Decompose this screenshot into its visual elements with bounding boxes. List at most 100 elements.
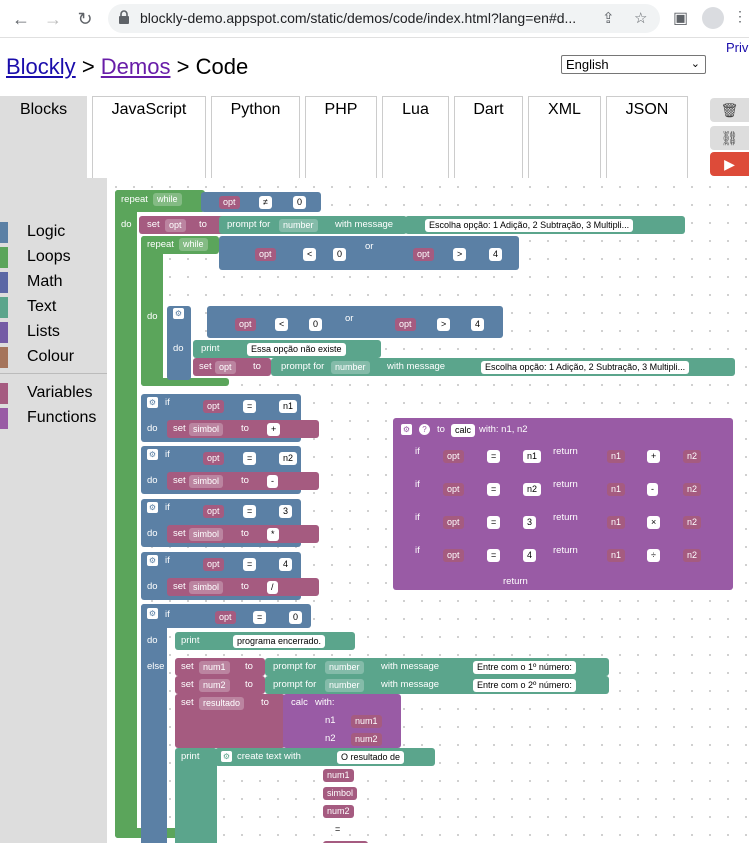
variable-field[interactable]: opt — [203, 505, 224, 518]
dropdown-field[interactable]: number — [331, 361, 370, 374]
number-field[interactable]: 4 — [471, 318, 485, 331]
gear-icon[interactable]: ⚙ — [147, 449, 158, 460]
operator-field[interactable]: - — [647, 483, 658, 496]
text-field[interactable]: Escolha opção: 1 Adição, 2 Subtração, 3 … — [425, 219, 634, 232]
reload-icon[interactable]: ↻ — [74, 8, 96, 30]
language-select[interactable]: English ⌄ — [561, 55, 706, 74]
variable-field[interactable]: opt — [235, 318, 256, 331]
gear-icon[interactable]: ⚙ — [401, 424, 412, 435]
variable-field[interactable]: n2 — [683, 549, 702, 562]
blockly-workspace[interactable]: repeat while do opt ≠ 0 set opt to promp… — [107, 178, 749, 843]
dropdown-field[interactable]: while — [153, 193, 182, 206]
variable-field[interactable]: opt — [443, 516, 464, 529]
variable-field[interactable]: n2 — [683, 483, 702, 496]
tab-javascript[interactable]: JavaScript — [92, 96, 206, 178]
number-field[interactable]: 4 — [523, 549, 537, 562]
operator-field[interactable]: < — [275, 318, 289, 331]
text-field[interactable]: Entre com o 2º número: — [473, 679, 576, 692]
variable-field[interactable]: opt — [443, 450, 464, 463]
text-field[interactable]: programa encerrado. — [233, 635, 326, 648]
text-field[interactable]: / — [267, 581, 278, 594]
operator-field[interactable]: ≠ — [259, 196, 272, 209]
tab-php[interactable]: PHP — [305, 96, 377, 178]
dropdown-field[interactable]: while — [179, 238, 208, 251]
variable-field[interactable]: simbol — [189, 423, 224, 436]
number-field[interactable]: n1 — [523, 450, 542, 463]
variable-field[interactable]: n2 — [683, 450, 702, 463]
text-field[interactable]: Entre com o 1º número: — [473, 661, 576, 674]
variable-field[interactable]: n2 — [683, 516, 702, 529]
number-field[interactable]: 4 — [489, 248, 503, 261]
variable-field[interactable]: simbol — [189, 528, 224, 541]
variable-field[interactable]: n1 — [607, 516, 626, 529]
operator-field[interactable]: ÷ — [647, 549, 660, 562]
number-field[interactable]: n2 — [279, 452, 298, 465]
category-variables[interactable]: Variables — [0, 381, 107, 406]
variable-field[interactable]: num2 — [199, 679, 230, 692]
variable-field[interactable]: n1 — [607, 483, 626, 496]
category-lists[interactable]: Lists — [0, 320, 107, 345]
operator-field[interactable]: = — [243, 452, 257, 465]
operator-field[interactable]: = — [487, 450, 501, 463]
variable-field[interactable]: opt — [215, 361, 236, 374]
gear-icon[interactable]: ⚙ — [147, 608, 158, 619]
text-field[interactable]: Essa opção não existe — [247, 343, 346, 356]
number-field[interactable]: 4 — [279, 558, 293, 571]
variable-field[interactable]: opt — [219, 196, 240, 209]
category-loops[interactable]: Loops — [0, 245, 107, 270]
operator-field[interactable]: × — [647, 516, 661, 529]
operator-field[interactable]: = — [487, 549, 501, 562]
number-field[interactable]: 3 — [523, 516, 537, 529]
text-field[interactable]: + — [267, 423, 281, 436]
back-arrow-icon[interactable]: ← — [10, 8, 32, 30]
variable-field[interactable]: opt — [203, 452, 224, 465]
variable-field[interactable]: num2 — [323, 805, 354, 818]
operator-field[interactable]: = — [487, 483, 501, 496]
variable-field[interactable]: num1 — [323, 769, 354, 782]
operator-field[interactable]: = — [243, 505, 257, 518]
link-icon[interactable]: ⛓ — [710, 126, 749, 150]
gear-icon[interactable]: ⚙ — [173, 308, 184, 319]
operator-field[interactable]: < — [303, 248, 317, 261]
category-functions[interactable]: Functions — [0, 406, 107, 431]
operator-field[interactable]: > — [453, 248, 467, 261]
tab-blocks[interactable]: Blocks — [0, 96, 87, 178]
tab-lua[interactable]: Lua — [382, 96, 449, 178]
category-text[interactable]: Text — [0, 295, 107, 320]
tab-dart[interactable]: Dart — [454, 96, 523, 178]
privacy-link[interactable]: Priv — [726, 40, 748, 55]
variable-field[interactable]: n1 — [607, 549, 626, 562]
variable-field[interactable]: opt — [203, 400, 224, 413]
side-panel-icon[interactable]: ▣ — [673, 8, 688, 28]
variable-field[interactable]: opt — [413, 248, 434, 261]
number-field[interactable]: 0 — [309, 318, 323, 331]
operator-field[interactable]: = — [243, 558, 257, 571]
text-field[interactable]: Escolha opção: 1 Adição, 2 Subtração, 3 … — [481, 361, 690, 374]
variable-field[interactable]: opt — [215, 611, 236, 624]
variable-field[interactable]: num2 — [351, 733, 382, 746]
variable-field[interactable]: opt — [395, 318, 416, 331]
variable-field[interactable]: opt — [443, 483, 464, 496]
address-bar[interactable]: blockly-demo.appspot.com/static/demos/co… — [108, 4, 660, 33]
procedure-definition-block[interactable] — [393, 418, 733, 590]
run-button[interactable]: ▶ — [710, 152, 749, 176]
variable-field[interactable]: simbol — [189, 581, 224, 594]
variable-field[interactable]: resultado — [199, 697, 245, 710]
breadcrumb-blockly[interactable]: Blockly — [6, 54, 76, 79]
dropdown-field[interactable]: number — [325, 679, 364, 692]
breadcrumb-demos[interactable]: Demos — [101, 54, 171, 79]
print-block[interactable] — [175, 748, 217, 843]
tab-python[interactable]: Python — [211, 96, 300, 178]
operator-field[interactable]: + — [647, 450, 661, 463]
share-icon[interactable]: ⇪ — [602, 9, 615, 27]
variable-field[interactable]: num1 — [351, 715, 382, 728]
operator-field[interactable]: = — [243, 400, 257, 413]
variable-field[interactable]: opt — [443, 549, 464, 562]
gear-icon[interactable]: ⚙ — [147, 555, 158, 566]
text-field[interactable]: = — [331, 823, 345, 836]
variable-field[interactable]: opt — [165, 219, 186, 232]
variable-field[interactable]: opt — [203, 558, 224, 571]
variable-field[interactable]: opt — [255, 248, 276, 261]
star-icon[interactable]: ☆ — [634, 9, 647, 27]
operator-field[interactable]: = — [487, 516, 501, 529]
